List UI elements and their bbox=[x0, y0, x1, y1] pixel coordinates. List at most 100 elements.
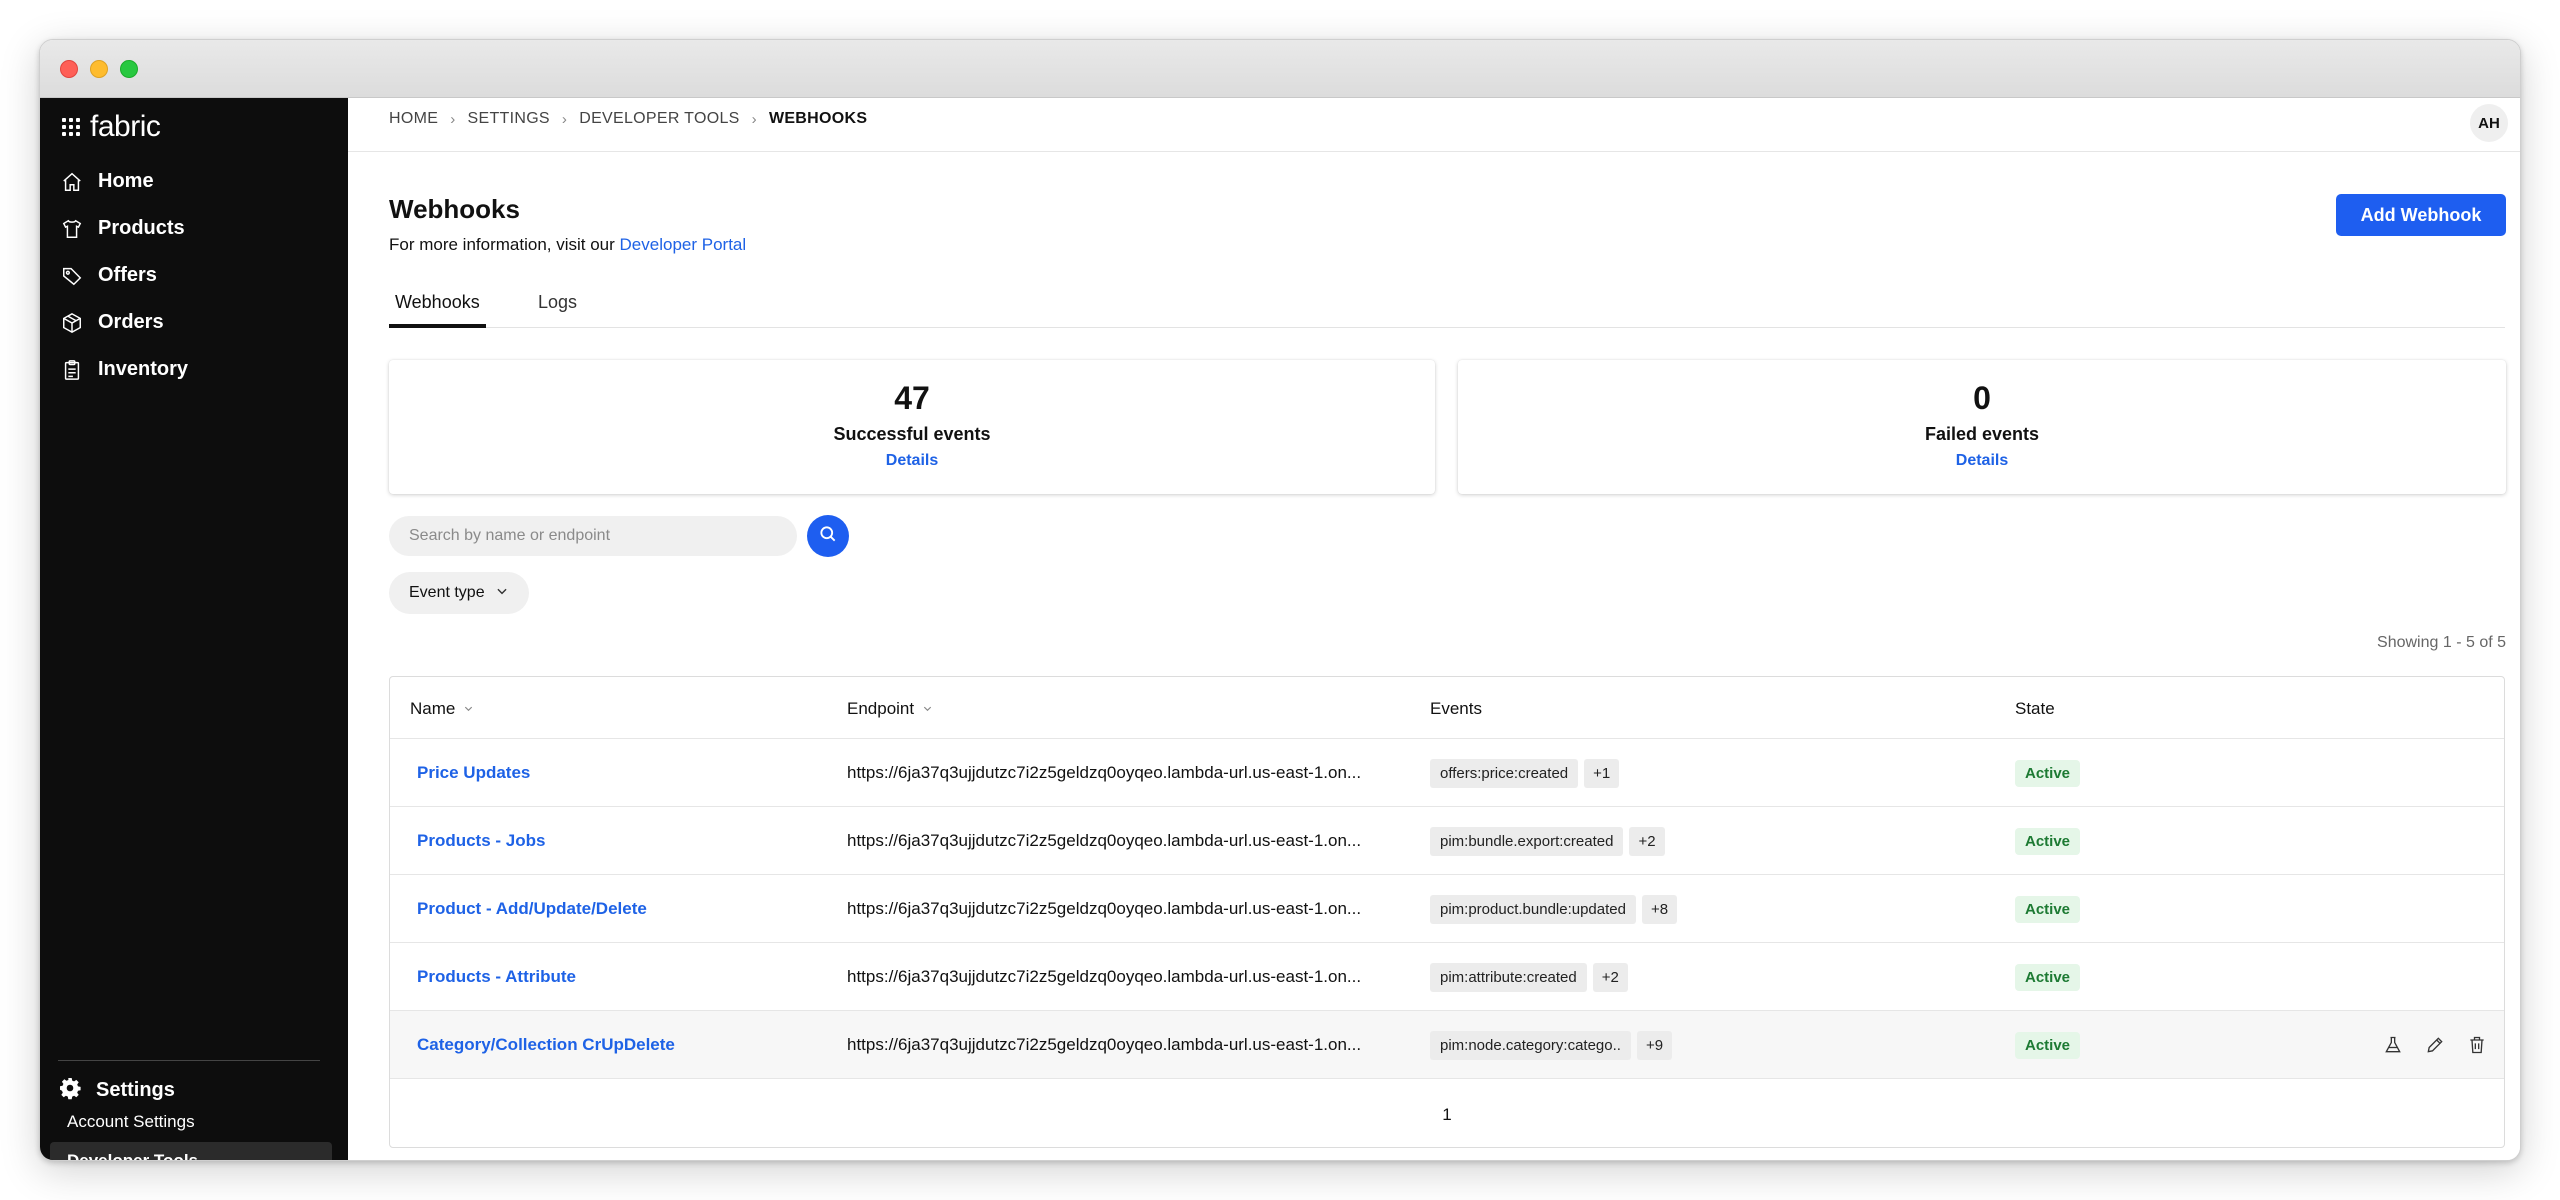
add-webhook-button[interactable]: Add Webhook bbox=[2336, 194, 2506, 236]
more-events-chip[interactable]: +1 bbox=[1584, 758, 1620, 788]
failed-events-caption: Failed events bbox=[1924, 424, 2040, 444]
sidebar-item-label: Offers bbox=[98, 264, 157, 286]
apps-grid-icon[interactable] bbox=[62, 118, 80, 136]
webhook-state: Active bbox=[2015, 1011, 2081, 1079]
search-input[interactable] bbox=[389, 516, 797, 556]
breadcrumb: HOME › SETTINGS › DEVELOPER TOOLS › WEBH… bbox=[389, 110, 867, 128]
page-title: Webhooks bbox=[389, 194, 520, 224]
sidebar-settings-label: Settings bbox=[96, 1079, 175, 1101]
table-row[interactable]: Price Updates https://6ja37q3ujjdutzc7i2… bbox=[390, 739, 2504, 807]
sidebar-item-offers[interactable]: Offers bbox=[40, 252, 348, 299]
column-header-label: Name bbox=[410, 699, 456, 718]
table-row[interactable]: Products - Jobs https://6ja37q3ujjdutzc7… bbox=[390, 807, 2504, 875]
webhook-name-link[interactable]: Price Updates bbox=[417, 739, 530, 807]
avatar[interactable]: AH bbox=[2470, 104, 2508, 142]
breadcrumb-settings[interactable]: SETTINGS bbox=[468, 110, 550, 128]
webhook-endpoint: https://6ja37q3ujjdutzc7i2z5geldzq0oyqeo… bbox=[847, 967, 1362, 986]
sidebar-item-inventory[interactable]: Inventory bbox=[40, 346, 348, 393]
top-bar: HOME › SETTINGS › DEVELOPER TOOLS › WEBH… bbox=[348, 98, 2520, 152]
test-flask-icon[interactable] bbox=[2382, 1034, 2404, 1056]
sidebar-subitem-account-settings[interactable]: Account Settings bbox=[50, 1103, 332, 1141]
breadcrumb-home[interactable]: HOME bbox=[389, 110, 438, 128]
event-type-filter-label: Event type bbox=[409, 584, 485, 601]
webhook-state: Active bbox=[2015, 807, 2081, 875]
tab-webhooks[interactable]: Webhooks bbox=[395, 292, 480, 313]
tab-logs[interactable]: Logs bbox=[538, 292, 577, 313]
webhook-name-link[interactable]: Product - Add/Update/Delete bbox=[417, 875, 647, 943]
table-row[interactable]: Category/Collection CrUpDelete https://6… bbox=[390, 1011, 2504, 1079]
chevron-right-icon: › bbox=[450, 110, 456, 128]
webhook-events: pim:bundle.export:created +2 bbox=[1430, 807, 1665, 875]
webhook-events: pim:node.category:catego.. +9 bbox=[1430, 1011, 1673, 1079]
status-badge: Active bbox=[2015, 895, 2081, 923]
column-header-endpoint[interactable]: Endpoint bbox=[847, 699, 933, 719]
webhooks-table: Name Endpoint Events State Price Updates… bbox=[389, 676, 2505, 1148]
sidebar-item-settings[interactable]: Settings bbox=[58, 1076, 175, 1105]
status-badge: Active bbox=[2015, 827, 2081, 855]
webhook-name-link[interactable]: Products - Attribute bbox=[417, 943, 576, 1011]
breadcrumb-developer-tools[interactable]: DEVELOPER TOOLS bbox=[579, 110, 739, 128]
table-header: Name Endpoint Events State bbox=[390, 677, 2504, 739]
box-icon bbox=[60, 311, 84, 335]
event-chip: pim:attribute:created bbox=[1430, 962, 1587, 992]
pagination: 1 bbox=[390, 1105, 2504, 1125]
edit-pencil-icon[interactable] bbox=[2424, 1034, 2446, 1056]
sidebar-nav: Home Products Offers Orders Inventory bbox=[40, 158, 348, 393]
webhook-events: offers:price:created +1 bbox=[1430, 739, 1620, 807]
tag-icon bbox=[60, 264, 84, 288]
search-button[interactable] bbox=[807, 515, 849, 557]
active-tab-indicator bbox=[389, 324, 486, 328]
webhook-name-link[interactable]: Category/Collection CrUpDelete bbox=[417, 1011, 675, 1079]
sidebar-item-orders[interactable]: Orders bbox=[40, 299, 348, 346]
sort-chevron-icon bbox=[463, 699, 474, 719]
successful-events-count: 47 bbox=[894, 380, 930, 416]
delete-trash-icon[interactable] bbox=[2466, 1034, 2488, 1056]
chevron-down-icon bbox=[495, 584, 509, 603]
window-titlebar bbox=[40, 40, 2520, 98]
webhook-state: Active bbox=[2015, 875, 2081, 943]
webhook-endpoint: https://6ja37q3ujjdutzc7i2z5geldzq0oyqeo… bbox=[847, 899, 1362, 918]
main-content: HOME › SETTINGS › DEVELOPER TOOLS › WEBH… bbox=[348, 98, 2520, 1160]
developer-portal-link[interactable]: Developer Portal bbox=[620, 235, 747, 254]
table-row[interactable]: Products - Attribute https://6ja37q3ujjd… bbox=[390, 943, 2504, 1011]
successful-events-details-link[interactable]: Details bbox=[389, 452, 1435, 470]
webhook-name-link[interactable]: Products - Jobs bbox=[417, 807, 545, 875]
webhook-endpoint: https://6ja37q3ujjdutzc7i2z5geldzq0oyqeo… bbox=[847, 1035, 1362, 1054]
sidebar-item-products[interactable]: Products bbox=[40, 205, 348, 252]
results-count: Showing 1 - 5 of 5 bbox=[2377, 634, 2506, 651]
event-chip: pim:node.category:catego.. bbox=[1430, 1030, 1631, 1060]
page-number[interactable]: 1 bbox=[1442, 1105, 1451, 1124]
sidebar-subitem-developer-tools[interactable]: Developer Tools bbox=[50, 1142, 332, 1160]
table-row[interactable]: Product - Add/Update/Delete https://6ja3… bbox=[390, 875, 2504, 943]
successful-events-card: 47 Successful events Details bbox=[389, 360, 1435, 494]
row-actions bbox=[2382, 1011, 2488, 1079]
webhook-events: pim:attribute:created +2 bbox=[1430, 943, 1628, 1011]
sidebar-item-label: Orders bbox=[98, 311, 164, 333]
webhook-state: Active bbox=[2015, 943, 2081, 1011]
search-icon bbox=[818, 524, 838, 549]
close-window-button[interactable] bbox=[60, 60, 78, 78]
status-badge: Active bbox=[2015, 963, 2081, 991]
event-chip: pim:product.bundle:updated bbox=[1430, 894, 1636, 924]
failed-events-card: 0 Failed events Details bbox=[1458, 360, 2506, 494]
breadcrumb-webhooks: WEBHOOKS bbox=[768, 110, 868, 127]
more-events-chip[interactable]: +2 bbox=[1592, 962, 1628, 992]
event-type-filter[interactable]: Event type bbox=[389, 572, 529, 614]
more-events-chip[interactable]: +2 bbox=[1629, 826, 1665, 856]
more-events-chip[interactable]: +9 bbox=[1636, 1030, 1673, 1060]
brand-logo[interactable]: fabric bbox=[62, 110, 161, 144]
tshirt-icon bbox=[60, 217, 84, 241]
failed-events-details-link[interactable]: Details bbox=[1458, 452, 2506, 470]
webhook-state: Active bbox=[2015, 739, 2081, 807]
column-header-label: Endpoint bbox=[847, 699, 915, 718]
webhook-endpoint: https://6ja37q3ujjdutzc7i2z5geldzq0oyqeo… bbox=[847, 763, 1362, 782]
sidebar-item-label: Products bbox=[98, 217, 185, 239]
sidebar-item-home[interactable]: Home bbox=[40, 158, 348, 205]
home-icon bbox=[60, 170, 84, 194]
tabs: Webhooks Logs bbox=[389, 284, 2505, 328]
minimize-window-button[interactable] bbox=[90, 60, 108, 78]
column-header-name[interactable]: Name bbox=[410, 699, 474, 719]
maximize-window-button[interactable] bbox=[120, 60, 138, 78]
app-window: fabric Home Products Offers Orders Inven… bbox=[39, 39, 2521, 1161]
more-events-chip[interactable]: +8 bbox=[1641, 894, 1678, 924]
